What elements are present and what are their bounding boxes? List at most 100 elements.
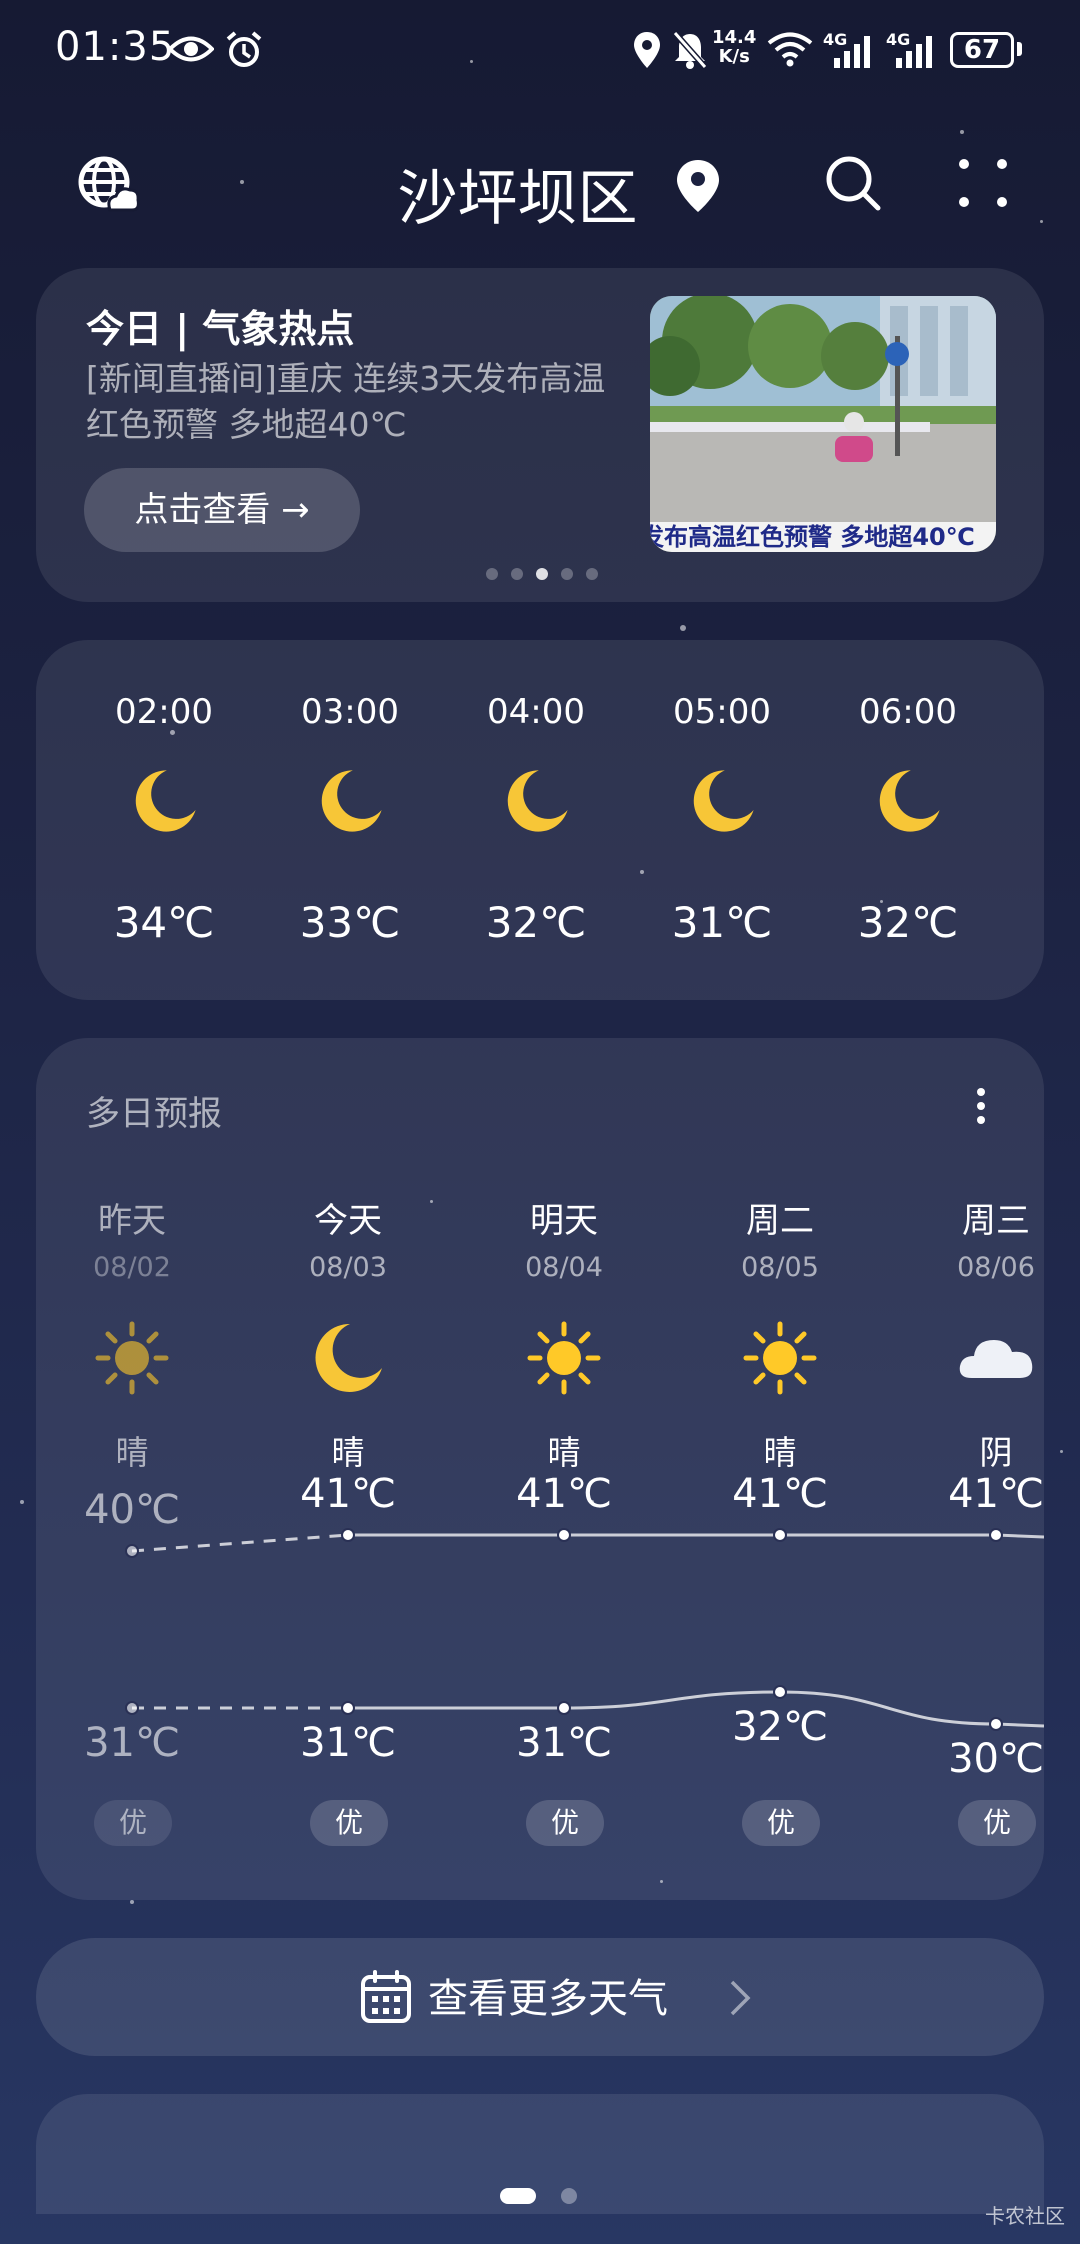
news-thumbnail-graphic	[650, 296, 996, 524]
hourly-time: 06	[1001, 692, 1044, 732]
day-condition: 晴	[763, 1433, 797, 1472]
sun-icon	[524, 1318, 604, 1402]
watermark: 卡农社区	[985, 2204, 1065, 2228]
day-forecast-item[interactable]: 昨天 08/02 晴 40℃ 31℃ 优	[36, 1038, 240, 1888]
carousel-indicator	[486, 568, 598, 580]
hourly-item[interactable]: 06:00 32℃	[815, 640, 1001, 1000]
aqi-badge: 优	[742, 1800, 820, 1846]
status-time: 01:35	[55, 24, 176, 70]
search-icon[interactable]	[824, 154, 882, 212]
aqi-badge: 优	[958, 1800, 1036, 1846]
day-name: 周二	[746, 1201, 814, 1241]
news-thumbnail[interactable]: 发布高温红色预警 多地超40℃	[650, 296, 996, 552]
hourly-temp: 32℃	[857, 898, 959, 947]
net-speed-value: 14.4	[712, 27, 757, 48]
day-high-temp: 41℃	[732, 1471, 828, 1517]
hourly-temp: 33℃	[299, 898, 401, 947]
news-card[interactable]: 今日 | 气象热点 [新闻直播间]重庆 连续3天发布高温红色预警 多地超40℃ …	[36, 268, 1044, 602]
hourly-item[interactable]: 05:00 31℃	[629, 640, 815, 1000]
carousel-dot	[486, 568, 498, 580]
hourly-time: 02:00	[115, 692, 213, 732]
day-name: 周三	[962, 1201, 1030, 1241]
moon-icon	[308, 1318, 388, 1402]
hourly-item[interactable]: 03:00 33℃	[257, 640, 443, 1000]
day-high-temp: 40℃	[84, 1487, 180, 1533]
hourly-temp: 32℃	[485, 898, 587, 947]
aqi-badge: 优	[310, 1800, 388, 1846]
hourly-temp: 31℃	[671, 898, 773, 947]
day-condition: 晴	[115, 1433, 149, 1472]
more-weather-button[interactable]: 查看更多天气	[36, 1938, 1044, 2056]
location-icon	[634, 32, 660, 68]
status-bar: 01:35 14.4 K/s 4G 4G 67	[0, 0, 1080, 100]
day-forecast-item[interactable]: 周三 08/06 阴 41℃ 30℃ 优	[888, 1038, 1044, 1888]
day-high-temp: 41℃	[300, 1471, 396, 1517]
calendar-icon	[361, 1970, 411, 2023]
hourly-time: 05:00	[673, 692, 771, 732]
day-condition: 阴	[979, 1433, 1013, 1472]
hourly-item[interactable]: 06 E	[1001, 640, 1044, 1000]
hourly-forecast-card[interactable]: 02:00 34℃ 03:00 33℃ 04:00 32℃ 05:00 31℃ …	[36, 640, 1044, 1000]
hourly-time: 03:00	[301, 692, 399, 732]
moon-icon	[315, 765, 387, 841]
news-image-caption: 发布高温红色预警 多地超40℃	[650, 522, 996, 552]
aqi-badge: 优	[526, 1800, 604, 1846]
day-condition: 晴	[547, 1433, 581, 1472]
day-date: 08/05	[741, 1252, 819, 1283]
alarm-icon	[226, 31, 262, 67]
moon-icon	[501, 765, 573, 841]
battery-tip	[1017, 42, 1022, 56]
eye-icon	[168, 36, 214, 62]
moon-icon	[873, 765, 945, 841]
signal-icon	[834, 36, 870, 68]
hourly-temp: 34℃	[113, 898, 215, 947]
hourly-time: 04:00	[487, 692, 585, 732]
page-indicator	[500, 2188, 577, 2204]
day-forecast-item[interactable]: 周二 08/05 晴 41℃ 32℃ 优	[672, 1038, 888, 1888]
battery-indicator: 67	[950, 32, 1014, 68]
day-date: 08/06	[957, 1252, 1035, 1283]
cloud-icon	[956, 1318, 1036, 1402]
sun-icon	[92, 1318, 172, 1402]
day-name: 昨天	[98, 1201, 166, 1241]
news-description: [新闻直播间]重庆 连续3天发布高温红色预警 多地超40℃	[86, 359, 606, 444]
hourly-temp: E	[1001, 898, 1044, 947]
hourly-item[interactable]: 04:00 32℃	[443, 640, 629, 1000]
net-speed: 14.4 K/s	[712, 28, 756, 66]
signal-icon-2	[896, 36, 932, 68]
day-name: 明天	[530, 1201, 598, 1241]
carousel-dot-active	[536, 568, 548, 580]
bell-off-icon	[672, 31, 708, 69]
moon-icon	[129, 765, 201, 841]
day-forecast-item[interactable]: 今天 08/03 晴 41℃ 31℃ 优	[240, 1038, 456, 1888]
day-low-temp: 31℃	[300, 1720, 396, 1766]
carousel-dot	[561, 568, 573, 580]
day-date: 08/03	[309, 1252, 387, 1283]
day-high-temp: 41℃	[948, 1471, 1044, 1517]
hourly-item[interactable]: 02:00 34℃	[71, 640, 257, 1000]
day-name: 今天	[314, 1201, 382, 1241]
day-low-temp: 32℃	[732, 1704, 828, 1750]
city-title[interactable]: 沙坪坝区	[0, 150, 1080, 237]
moon-icon	[687, 765, 759, 841]
day-forecast-item[interactable]: 明天 08/04 晴 41℃ 31℃ 优	[456, 1038, 672, 1888]
news-title: 今日 | 气象热点	[86, 307, 355, 351]
city-name: 沙坪坝区	[397, 164, 638, 234]
day-low-temp: 31℃	[516, 1720, 612, 1766]
location-pin-icon	[677, 160, 719, 212]
day-date: 08/02	[93, 1252, 171, 1283]
view-news-button[interactable]: 点击查看 →	[84, 468, 360, 552]
chevron-right-icon	[730, 1980, 751, 2016]
net-speed-unit: K/s	[718, 46, 750, 67]
day-high-temp: 41℃	[516, 1471, 612, 1517]
hourly-time: 06:00	[859, 692, 957, 732]
day-low-temp: 30℃	[948, 1736, 1044, 1782]
carousel-dot	[586, 568, 598, 580]
carousel-dot	[511, 568, 523, 580]
more-menu-icon[interactable]	[958, 158, 1008, 208]
multiday-forecast-card[interactable]: 多日预报 昨天 08/02 晴 40℃ 31℃ 优 今天 08/03 晴 41℃…	[36, 1038, 1044, 1900]
wifi-icon	[767, 32, 813, 67]
more-weather-label: 查看更多天气	[428, 1976, 668, 2022]
aqi-badge: 优	[94, 1800, 172, 1846]
day-date: 08/04	[525, 1252, 603, 1283]
